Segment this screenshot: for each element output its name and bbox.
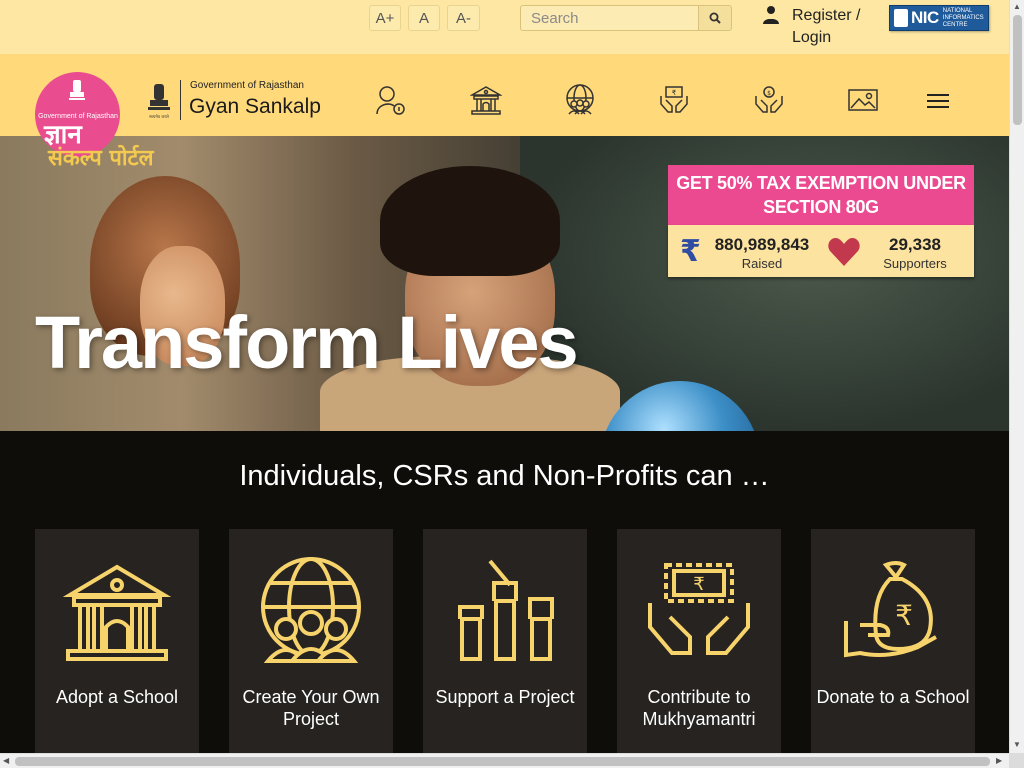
svg-text:₹: ₹	[693, 574, 704, 595]
supporters-label: Supporters	[883, 256, 947, 271]
rupee-hands-icon[interactable]: ₹	[658, 84, 690, 116]
search-input[interactable]	[520, 5, 698, 31]
brand-divider	[180, 80, 181, 120]
school-building-icon[interactable]	[470, 84, 502, 116]
svg-text:₹: ₹	[895, 599, 913, 632]
card-label: Adopt a School	[55, 687, 179, 707]
card-adopt-school[interactable]: Adopt a School	[35, 529, 199, 753]
logo-hindi-portal-text: संकल्प पोर्टल	[48, 146, 154, 171]
school-icon	[62, 564, 172, 661]
donate-hands-icon[interactable]: $	[753, 84, 785, 116]
user-icon[interactable]	[761, 5, 781, 25]
brand-government-text: Government of Rajasthan	[190, 80, 304, 91]
svg-text:₹: ₹	[672, 89, 677, 97]
scroll-right-arrow-icon[interactable]: ▶	[996, 756, 1002, 765]
search-button[interactable]	[698, 5, 732, 31]
horizontal-scrollbar-thumb[interactable]	[15, 757, 990, 766]
horizontal-scrollbar[interactable]: ◀ ▶	[0, 753, 1009, 768]
money-bag-hand-icon: ₹	[844, 561, 937, 658]
supporters-count: 29,338	[889, 235, 941, 254]
hero-boy-hair	[380, 166, 560, 276]
vertical-scrollbar-thumb[interactable]	[1013, 15, 1022, 125]
scrollbar-corner	[1009, 753, 1024, 768]
scroll-left-arrow-icon[interactable]: ◀	[3, 756, 9, 765]
raised-label: Raised	[741, 256, 783, 271]
card-label: Support a Project	[435, 687, 575, 707]
svg-text:$: $	[767, 90, 771, 97]
nic-logo[interactable]: NIC NATIONAL INFORMATICS CENTRE	[889, 5, 989, 31]
heart-icon	[828, 238, 860, 266]
section-title: Individuals, CSRs and Non-Profits can …	[239, 460, 770, 492]
state-emblem-icon: सत्यमेव जयते	[148, 84, 170, 119]
logo-emblem-icon	[69, 80, 85, 100]
card-create-project[interactable]: Create Your Own Project	[229, 529, 393, 753]
hero-title: Transform Lives	[35, 301, 579, 384]
nic-emblem-icon	[894, 9, 908, 27]
font-increase-button[interactable]: A+	[369, 5, 401, 31]
card-contribute-mukhyamantri[interactable]: ₹ Contribute to Mukhyamantri	[617, 529, 781, 753]
card-label: Contribute to Mukhyamantri	[642, 687, 756, 729]
card-support-project[interactable]: Support a Project	[423, 529, 587, 753]
raised-amount: 880,989,843	[714, 235, 810, 254]
register-login-link[interactable]: Register / Login	[792, 5, 872, 49]
brand-title[interactable]: Gyan Sankalp	[189, 95, 321, 119]
font-normal-button[interactable]: A	[408, 5, 440, 31]
font-decrease-button[interactable]: A-	[447, 5, 480, 31]
globe-people-icon[interactable]	[564, 84, 596, 116]
svg-text:सत्यमेव जयते: सत्यमेव जयते	[149, 114, 169, 119]
rupee-icon: ₹	[680, 235, 701, 268]
tax-exemption-banner[interactable]: GET 50% TAX EXEMPTION UNDER SECTION 80G	[668, 165, 974, 225]
scroll-down-arrow-icon[interactable]: ▼	[1013, 740, 1021, 749]
scroll-up-arrow-icon[interactable]: ▲	[1013, 2, 1021, 11]
vertical-scrollbar[interactable]: ▲ ▼	[1009, 0, 1024, 768]
card-label: Create Your Own Project	[242, 687, 380, 729]
card-label: Donate to a School	[816, 687, 970, 707]
search-bar	[520, 5, 732, 31]
search-icon	[709, 12, 721, 24]
globe-people-icon	[261, 557, 361, 663]
rupee-note-hands-icon: ₹	[648, 563, 750, 655]
nic-logo-subtext: NATIONAL INFORMATICS CENTRE	[942, 7, 984, 28]
raised-hands-icon	[458, 559, 554, 661]
info-person-icon[interactable]	[374, 84, 406, 116]
gallery-icon[interactable]	[847, 84, 879, 116]
hamburger-icon[interactable]	[927, 94, 949, 110]
card-donate-school[interactable]: ₹ Donate to a School	[811, 529, 975, 753]
nic-logo-text: NIC	[911, 8, 939, 27]
